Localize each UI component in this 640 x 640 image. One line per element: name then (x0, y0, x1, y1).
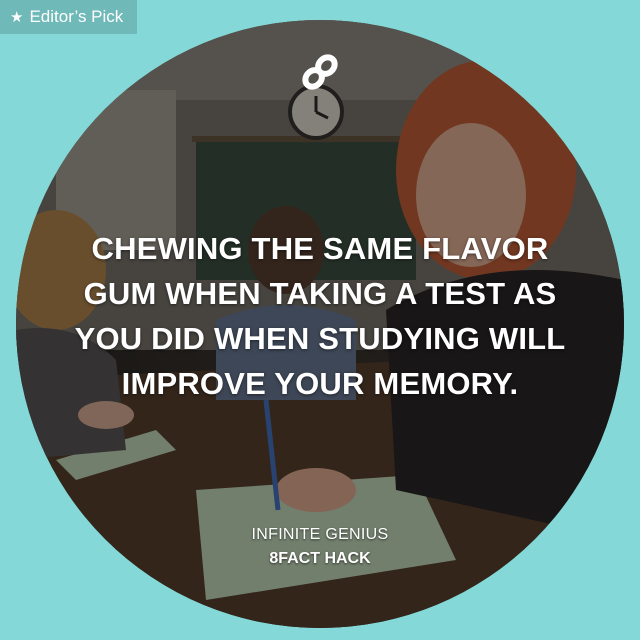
brand-name: INFINITE GENIUS (251, 526, 389, 543)
series-name: 8FACT HACK (269, 550, 371, 567)
infinity-8-logo-icon (302, 54, 338, 90)
fact-headline: CHEWING THE SAME FLAVOR GUM WHEN TAKING … (74, 231, 566, 401)
